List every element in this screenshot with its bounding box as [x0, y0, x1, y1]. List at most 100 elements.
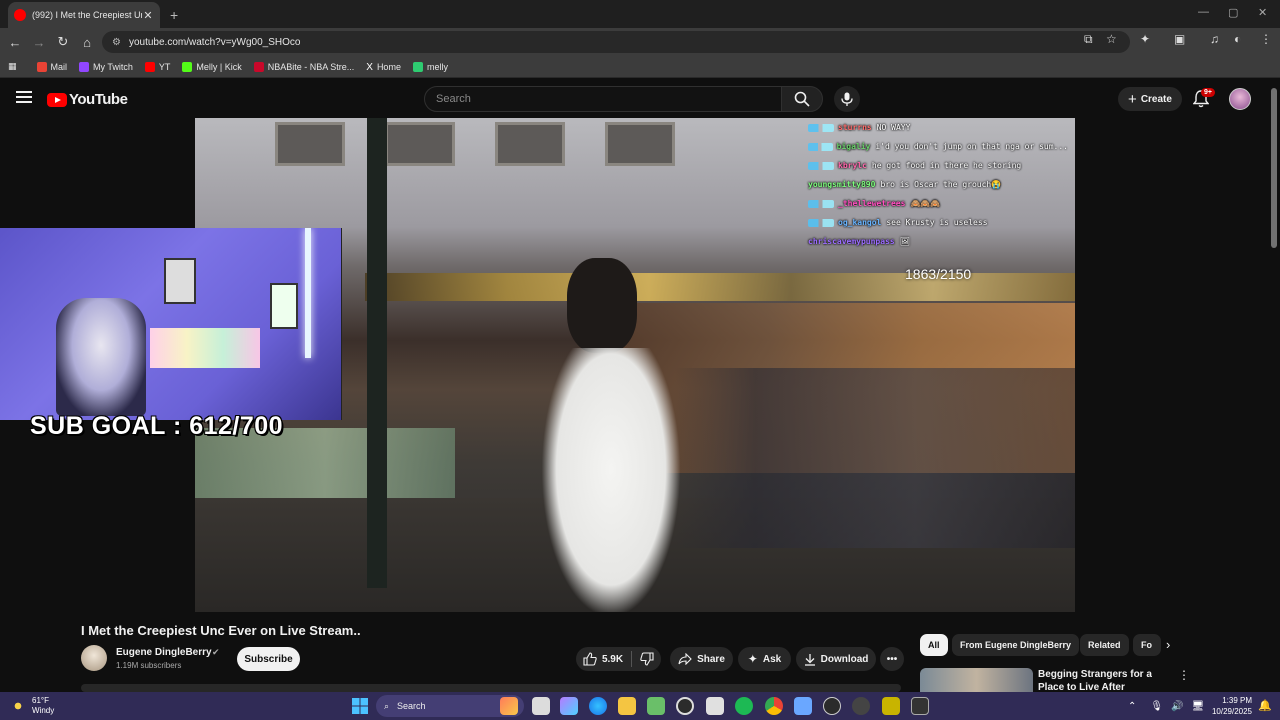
- maximize-icon[interactable]: ▢: [1228, 6, 1238, 19]
- account-avatar[interactable]: [1229, 88, 1251, 110]
- media-icon[interactable]: ♫: [1210, 32, 1219, 46]
- url-text: youtube.com/watch?v=yWg00_SHOco: [128, 36, 301, 48]
- chip-all[interactable]: All: [920, 634, 948, 656]
- back-icon[interactable]: ←: [3, 30, 27, 54]
- volume-icon[interactable]: 🔊: [1171, 701, 1183, 712]
- recommended-more-icon[interactable]: ⋮: [1178, 668, 1190, 682]
- cast-icon[interactable]: ⧉: [1084, 32, 1093, 47]
- app-icon[interactable]: [911, 697, 929, 715]
- spotify-icon[interactable]: [735, 697, 753, 715]
- photos-icon[interactable]: [794, 697, 812, 715]
- bookmark-kick[interactable]: Melly | Kick: [182, 61, 242, 72]
- channel-name[interactable]: Eugene DingleBerry: [116, 647, 212, 658]
- media-player-icon[interactable]: [823, 697, 841, 715]
- share-button[interactable]: Share: [670, 647, 733, 671]
- chat-message: og_kangol see Krusty is useless: [808, 213, 1068, 232]
- microphone-icon: [841, 92, 853, 106]
- sparkle-icon: ✦: [747, 652, 758, 666]
- channel-avatar[interactable]: [81, 645, 107, 671]
- forward-icon[interactable]: →: [27, 30, 51, 54]
- hamburger-menu-icon[interactable]: [16, 90, 32, 104]
- search-button[interactable]: [781, 86, 823, 112]
- sidepanel-icon[interactable]: ▣: [1174, 32, 1185, 46]
- app-icon[interactable]: [882, 697, 900, 715]
- download-icon: [804, 653, 816, 666]
- thumbs-up-icon[interactable]: [583, 652, 597, 666]
- voice-search-button[interactable]: [834, 86, 860, 112]
- download-button[interactable]: Download: [796, 647, 876, 671]
- chat-message: sturrns NO WAYY: [808, 118, 1068, 137]
- bookmark-twitch[interactable]: My Twitch: [79, 61, 133, 72]
- page-scrollbar[interactable]: [1271, 88, 1277, 248]
- recommended-thumbnail[interactable]: [920, 668, 1033, 692]
- tray-chevron-icon[interactable]: ⌃: [1128, 701, 1136, 712]
- more-actions-button[interactable]: •••: [880, 647, 904, 671]
- chip-more[interactable]: Fo: [1133, 634, 1161, 656]
- windows-start-icon[interactable]: [352, 698, 368, 714]
- ask-button[interactable]: ✦ Ask: [738, 647, 791, 671]
- recommended-title[interactable]: Begging Strangers for a Place to Live Af…: [1038, 668, 1173, 692]
- chip-from-channel[interactable]: From Eugene DingleBerry: [952, 634, 1080, 656]
- system-tray: ⌃ 🎙 🔊 🖥: [1128, 692, 1204, 720]
- search-input[interactable]: Search: [424, 86, 782, 112]
- copilot-icon[interactable]: [500, 697, 518, 715]
- weather-condition: Windy: [32, 706, 55, 715]
- description-box[interactable]: [81, 684, 901, 692]
- subscribe-button[interactable]: Subscribe: [237, 647, 300, 671]
- bookmark-star-icon[interactable]: ☆: [1106, 32, 1117, 46]
- bookmark-home[interactable]: X Home: [366, 62, 401, 73]
- chat-badges-icon: [808, 142, 833, 151]
- webcam-poster: [164, 258, 196, 304]
- network-icon[interactable]: 🖥: [1192, 701, 1205, 712]
- edge-icon[interactable]: [589, 697, 607, 715]
- chat-message: chriscavemypunpass 🖼: [808, 237, 910, 246]
- minimize-icon[interactable]: —: [1198, 6, 1209, 18]
- apps-icon[interactable]: ▦: [8, 61, 17, 72]
- clock-date: 10/29/2025: [1211, 707, 1252, 716]
- chip-related[interactable]: Related: [1080, 634, 1129, 656]
- search-icon: ⌕: [384, 700, 390, 711]
- subscriber-count: 1.19M subscribers: [116, 661, 182, 670]
- extensions-icon[interactable]: ✦: [1140, 32, 1150, 46]
- store-icon[interactable]: [706, 697, 724, 715]
- home-icon[interactable]: ⌂: [75, 30, 99, 54]
- close-tab-icon[interactable]: ✕: [142, 9, 154, 22]
- copilot-app-icon[interactable]: [560, 697, 578, 715]
- bookmark-mail[interactable]: Mail: [36, 61, 67, 72]
- file-explorer-icon[interactable]: [618, 697, 636, 715]
- address-bar[interactable]: ⚙ youtube.com/watch?v=yWg00_SHOco: [102, 31, 1130, 53]
- share-arrow-icon: [678, 653, 692, 665]
- stream-chat-overlay: sturrns NO WAYY bigaliy i'd you don't jump…: [808, 118, 1068, 251]
- reload-icon[interactable]: ↻: [51, 30, 75, 54]
- bookmark-melly[interactable]: melly: [412, 61, 448, 72]
- app-icon[interactable]: [852, 697, 870, 715]
- task-view-icon[interactable]: [532, 697, 550, 715]
- chat-badges-icon: [808, 161, 834, 170]
- like-count[interactable]: 5.9K: [602, 654, 623, 665]
- word-icon[interactable]: [647, 697, 665, 715]
- chrome-icon[interactable]: [765, 697, 783, 715]
- tab-title: (992) I Met the Creepiest Unc Ever on Li…: [32, 10, 142, 20]
- weather-widget[interactable]: 61°F Windy: [10, 692, 54, 720]
- chevron-right-icon[interactable]: ›: [1166, 637, 1170, 652]
- video-scene-crowd: [675, 368, 1075, 548]
- obs-icon[interactable]: [676, 697, 694, 715]
- taskbar-clock[interactable]: 1:39 PM 10/29/2025: [1208, 695, 1252, 717]
- create-button[interactable]: + Create: [1118, 87, 1182, 111]
- chrome-menu-icon[interactable]: ⋮: [1260, 32, 1272, 46]
- site-info-icon[interactable]: ⚙: [112, 37, 121, 48]
- kick-icon: [182, 61, 193, 72]
- thumbs-down-icon[interactable]: [640, 652, 654, 666]
- browser-tab[interactable]: (992) I Met the Creepiest Unc Ever on Li…: [8, 2, 160, 28]
- youtube-logo[interactable]: YouTube: [47, 91, 128, 108]
- bookmark-nbabite[interactable]: NBABite - NBA Stre...: [253, 61, 354, 72]
- bookmark-yt[interactable]: YT: [144, 61, 170, 72]
- browser-tab-strip: (992) I Met the Creepiest Unc Ever on Li…: [0, 0, 1280, 28]
- new-tab-icon[interactable]: +: [170, 2, 178, 28]
- chat-badges-icon: [808, 123, 834, 132]
- notification-center-icon[interactable]: 🔔: [1258, 699, 1272, 712]
- close-window-icon[interactable]: ✕: [1258, 6, 1267, 19]
- youtube-play-icon: [47, 92, 67, 107]
- profile-icon[interactable]: ◐: [1234, 32, 1241, 46]
- microphone-tray-icon[interactable]: 🎙: [1150, 701, 1163, 712]
